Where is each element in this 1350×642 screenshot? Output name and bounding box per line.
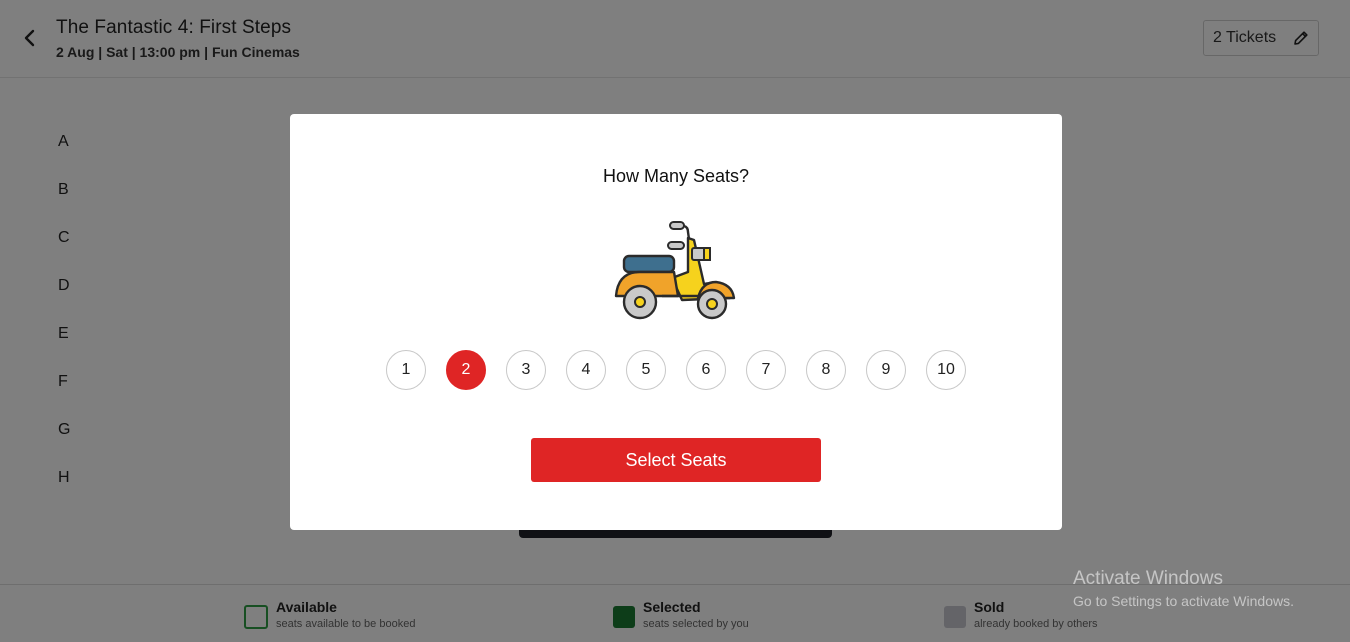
seat-option-4[interactable]: 4 bbox=[566, 350, 606, 390]
seat-option-5[interactable]: 5 bbox=[626, 350, 666, 390]
dialog-title: How Many Seats? bbox=[602, 166, 750, 186]
seat-option-2[interactable]: 2 bbox=[446, 350, 486, 390]
watermark-subtitle: Go to Settings to activate Windows. bbox=[1073, 593, 1294, 609]
seat-count-options: 1 2 3 4 5 6 7 8 9 10 bbox=[386, 350, 986, 390]
scooter-icon bbox=[614, 221, 736, 320]
seat-option-6[interactable]: 6 bbox=[686, 350, 726, 390]
seat-option-1[interactable]: 1 bbox=[386, 350, 426, 390]
seat-option-9[interactable]: 9 bbox=[866, 350, 906, 390]
seat-option-7[interactable]: 7 bbox=[746, 350, 786, 390]
seat-option-8[interactable]: 8 bbox=[806, 350, 846, 390]
seat-option-3[interactable]: 3 bbox=[506, 350, 546, 390]
select-seats-button[interactable]: Select Seats bbox=[531, 438, 821, 482]
windows-activation-watermark: Activate Windows Go to Settings to activ… bbox=[1073, 568, 1294, 609]
seat-option-10[interactable]: 10 bbox=[926, 350, 966, 390]
watermark-title: Activate Windows bbox=[1073, 568, 1223, 589]
seat-count-dialog: How Many Seats? 1 2 3 4 5 6 7 8 9 10 Sel… bbox=[290, 114, 1062, 530]
